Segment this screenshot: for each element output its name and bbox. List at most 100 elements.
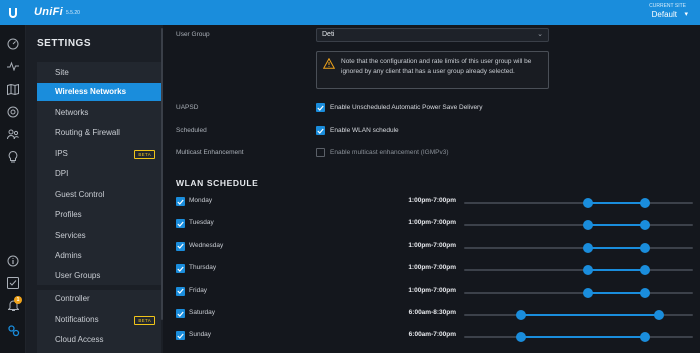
slider-end-handle[interactable] [639, 242, 650, 253]
slider-selected-range [587, 224, 645, 227]
scheduled-checkbox[interactable] [316, 126, 325, 135]
slider-start-handle[interactable] [582, 220, 593, 231]
sidebar-item-profiles[interactable]: Profiles [37, 206, 161, 224]
schedule-day-label: Monday [189, 197, 213, 204]
schedule-range-slider[interactable] [464, 242, 693, 253]
slider-selected-range [587, 269, 645, 272]
schedule-time-range: 1:00pm-7:00pm [408, 241, 456, 249]
sidebar-item-networks[interactable]: Networks [37, 104, 161, 122]
schedule-day-label: Friday [189, 286, 208, 294]
slider-end-handle[interactable] [653, 310, 664, 320]
schedule-range-slider[interactable] [464, 332, 693, 343]
schedule-time-range: 1:00pm-7:00pm [408, 197, 456, 204]
user-group-value: Deti [322, 31, 335, 38]
schedule-time-range: 1:00pm-7:00pm [408, 264, 456, 272]
multicast-checkbox[interactable] [316, 148, 325, 157]
sidebar-item-services[interactable]: Services [37, 227, 161, 245]
slider-start-handle[interactable] [516, 332, 527, 343]
sidebar-item-guest-control[interactable]: Guest Control [37, 186, 161, 204]
schedule-day-checkbox[interactable] [176, 309, 185, 318]
schedule-day-label: Tuesday [189, 219, 214, 227]
schedule-day-label: Saturday [189, 309, 216, 316]
chevron-down-icon[interactable]: ▾ [684, 10, 688, 18]
sidebar-scrollbar[interactable] [161, 28, 163, 320]
schedule-range-slider[interactable] [464, 265, 693, 276]
scheduled-checkbox-row[interactable]: Enable WLAN schedule [316, 126, 399, 135]
events-icon[interactable] [5, 275, 21, 291]
uapsd-checkbox[interactable] [316, 103, 325, 112]
notice-text: Note that the configuration and rate lim… [341, 58, 532, 75]
slider-end-handle[interactable] [639, 220, 650, 231]
ubiquiti-logo-icon[interactable] [0, 0, 26, 25]
settings-nav-group: Site Wireless Networks Networks Routing … [37, 62, 161, 285]
schedule-day-label: Wednesday [189, 241, 224, 249]
map-icon[interactable] [5, 81, 21, 97]
schedule-day-checkbox[interactable] [176, 264, 185, 274]
controller-nav-group: Controller Notifications BETA Cloud Acces… [37, 290, 161, 353]
slider-start-handle[interactable] [582, 287, 593, 298]
schedule-day-label: Sunday [189, 331, 212, 339]
schedule-day-checkbox[interactable] [176, 241, 185, 251]
schedule-day-checkbox[interactable] [176, 286, 185, 296]
multicast-label: Multicast Enhancement [176, 149, 244, 156]
uapsd-label: UAPSD [176, 104, 199, 111]
beta-badge: BETA [134, 316, 155, 325]
current-site-caption: CURRENT SITE [649, 3, 686, 9]
slider-start-handle[interactable] [516, 310, 527, 320]
schedule-row-monday: Monday 1:00pm-7:00pm [176, 196, 696, 210]
uapsd-checkbox-row[interactable]: Enable Unscheduled Automatic Power Save … [316, 103, 482, 112]
slider-end-handle[interactable] [639, 287, 650, 298]
schedule-day-label: Thursday [189, 264, 217, 272]
schedule-day-checkbox[interactable] [176, 331, 185, 341]
dashboard-icon[interactable] [5, 36, 21, 52]
sidebar-item-wireless-networks[interactable]: Wireless Networks [37, 83, 161, 101]
sidebar-item-admins[interactable]: Admins [37, 247, 161, 265]
user-group-select[interactable]: Deti ⌄ [316, 28, 549, 42]
slider-start-handle[interactable] [582, 265, 593, 276]
sidebar-item-routing-firewall[interactable]: Routing & Firewall [37, 124, 161, 142]
statistics-icon[interactable] [5, 58, 21, 74]
scheduled-option-label: Enable WLAN schedule [330, 127, 399, 134]
slider-start-handle[interactable] [582, 242, 593, 253]
slider-selected-range [587, 202, 645, 204]
sidebar-item-ips[interactable]: IPS BETA [37, 145, 161, 163]
schedule-range-slider[interactable] [464, 310, 693, 320]
schedule-range-slider[interactable] [464, 287, 693, 298]
uapsd-option-label: Enable Unscheduled Automatic Power Save … [330, 104, 483, 111]
schedule-day-checkbox[interactable] [176, 219, 185, 229]
app-brand: UniFi [34, 6, 63, 18]
user-group-notice: Note that the configuration and rate lim… [316, 51, 549, 89]
schedule-range-slider[interactable] [464, 198, 693, 208]
sidebar-item-cloud-access[interactable]: Cloud Access [37, 331, 161, 349]
app-version: 5.5.20 [66, 10, 80, 16]
notification-count-badge: 1 [14, 296, 22, 304]
schedule-time-range: 1:00pm-7:00pm [408, 286, 456, 294]
multicast-checkbox-row[interactable]: Enable multicast enhancement (IGMPv3) [316, 148, 449, 157]
info-icon[interactable] [5, 253, 21, 269]
insights-icon[interactable] [5, 149, 21, 165]
current-site-selector[interactable]: Default [652, 10, 677, 19]
settings-icon[interactable] [5, 322, 21, 338]
schedule-row-tuesday: Tuesday 1:00pm-7:00pm [176, 218, 696, 232]
chevron-down-icon: ⌄ [537, 31, 543, 38]
sidebar-item-controller[interactable]: Controller [37, 290, 161, 308]
sidebar-item-notifications[interactable]: Notifications BETA [37, 311, 161, 329]
beta-badge: BETA [134, 150, 155, 159]
slider-end-handle[interactable] [639, 198, 650, 208]
sidebar-item-site[interactable]: Site [37, 64, 161, 82]
sidebar-item-dpi[interactable]: DPI [37, 165, 161, 183]
schedule-row-thursday: Thursday 1:00pm-7:00pm [176, 263, 696, 277]
schedule-row-sunday: Sunday 6:00am-7:00pm [176, 330, 696, 344]
slider-end-handle[interactable] [639, 332, 650, 343]
devices-icon[interactable] [5, 104, 21, 120]
schedule-range-slider[interactable] [464, 220, 693, 231]
slider-start-handle[interactable] [582, 198, 593, 208]
alerts-icon[interactable]: 1 [5, 296, 22, 314]
schedule-time-range: 6:00am-7:00pm [408, 331, 456, 339]
clients-icon[interactable] [5, 126, 21, 142]
wlan-edit-panel: User Group Deti ⌄ Note that the configur… [166, 25, 700, 353]
warning-icon [322, 57, 336, 71]
sidebar-item-user-groups[interactable]: User Groups [37, 267, 161, 285]
schedule-day-checkbox[interactable] [176, 197, 185, 206]
slider-end-handle[interactable] [639, 265, 650, 276]
